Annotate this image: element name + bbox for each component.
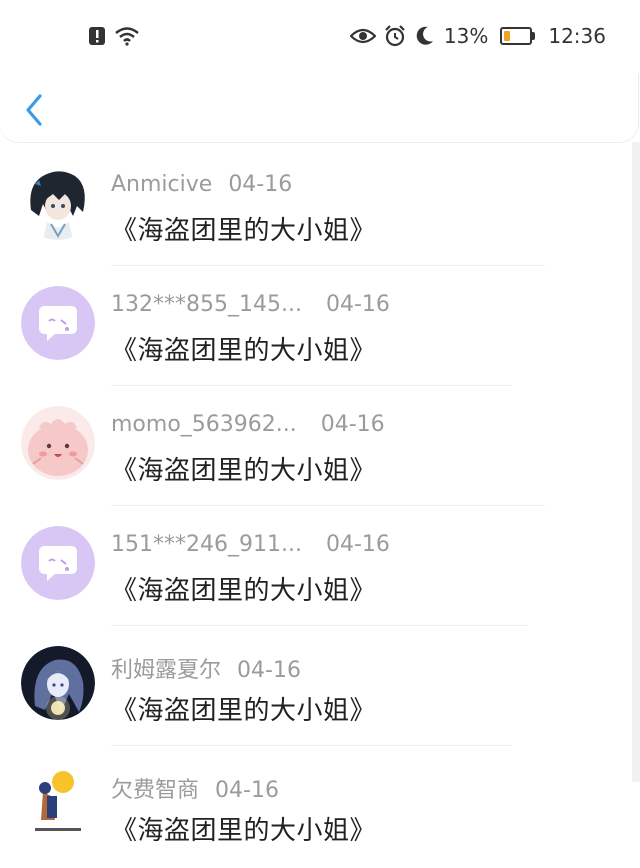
wifi-icon xyxy=(115,27,139,46)
user-name[interactable]: 利姆露夏尔 xyxy=(111,658,221,683)
anime-girl-avatar xyxy=(21,646,95,720)
list-item[interactable]: 利姆露夏尔 04-16 《海盗团里的大小姐》 xyxy=(0,626,632,746)
moon-icon xyxy=(416,26,433,45)
avatar[interactable] xyxy=(21,406,95,480)
date: 04-16 xyxy=(215,778,279,803)
pink-blob-avatar xyxy=(21,406,95,480)
clock: 12:36 xyxy=(548,24,606,48)
back-button[interactable] xyxy=(20,90,52,130)
item-meta: 利姆露夏尔 04-16 xyxy=(111,652,301,684)
purple-chat-avatar xyxy=(21,526,95,600)
meme-avatar xyxy=(21,766,95,840)
item-meta: 132***855_145... 04-16 xyxy=(111,292,390,317)
user-name[interactable]: 欠费智商 xyxy=(111,778,199,803)
comment-text: 《海盗团里的大小姐》 xyxy=(111,696,377,726)
user-name[interactable]: 132***855_145... xyxy=(111,292,302,317)
date: 04-16 xyxy=(325,292,390,317)
user-name[interactable]: Anmicive xyxy=(111,172,212,197)
list-item[interactable]: Anmicive 04-16 《海盗团里的大小姐》 xyxy=(0,146,632,266)
date: 04-16 xyxy=(237,658,301,683)
battery-percent: 13% xyxy=(443,24,489,48)
status-bar: 13% 12:36 xyxy=(0,0,640,74)
avatar[interactable] xyxy=(21,646,95,720)
comment-text: 《海盗团里的大小姐》 xyxy=(111,216,377,246)
alert-icon xyxy=(89,27,105,45)
user-name[interactable]: momo_563962... xyxy=(111,412,297,437)
comment-list: Anmicive 04-16 《海盗团里的大小姐》 132***855_145..… xyxy=(0,146,632,866)
alarm-icon xyxy=(385,25,405,47)
status-right-icons: 13% 12:36 xyxy=(349,24,606,48)
scrollbar-track xyxy=(632,142,640,782)
avatar[interactable] xyxy=(21,286,95,360)
purple-chat-avatar xyxy=(21,286,95,360)
comment-text: 《海盗团里的大小姐》 xyxy=(111,456,377,486)
chevron-left-icon xyxy=(26,94,42,126)
comment-text: 《海盗团里的大小姐》 xyxy=(111,576,377,606)
date: 04-16 xyxy=(228,172,293,197)
anime-boy-avatar xyxy=(21,166,95,240)
item-meta: 151***246_911... 04-16 xyxy=(111,532,390,557)
date: 04-16 xyxy=(320,412,385,437)
list-item[interactable]: 欠费智商 04-16 《海盗团里的大小姐》 xyxy=(0,746,632,866)
list-item[interactable]: 132***855_145... 04-16 《海盗团里的大小姐》 xyxy=(0,266,632,386)
avatar[interactable] xyxy=(21,526,95,600)
item-meta: momo_563962... 04-16 xyxy=(111,412,385,437)
status-left-icons xyxy=(88,26,140,46)
comment-text: 《海盗团里的大小姐》 xyxy=(111,816,377,846)
header xyxy=(0,74,638,142)
list-item[interactable]: momo_563962... 04-16 《海盗团里的大小姐》 xyxy=(0,386,632,506)
comment-text: 《海盗团里的大小姐》 xyxy=(111,336,377,366)
avatar[interactable] xyxy=(21,166,95,240)
avatar[interactable] xyxy=(21,766,95,840)
date: 04-16 xyxy=(325,532,390,557)
item-meta: 欠费智商 04-16 xyxy=(111,772,279,804)
battery-icon xyxy=(500,27,536,45)
list-item[interactable]: 151***246_911... 04-16 《海盗团里的大小姐》 xyxy=(0,506,632,626)
eye-icon xyxy=(349,28,376,44)
item-meta: Anmicive 04-16 xyxy=(111,172,292,197)
user-name[interactable]: 151***246_911... xyxy=(111,532,302,557)
